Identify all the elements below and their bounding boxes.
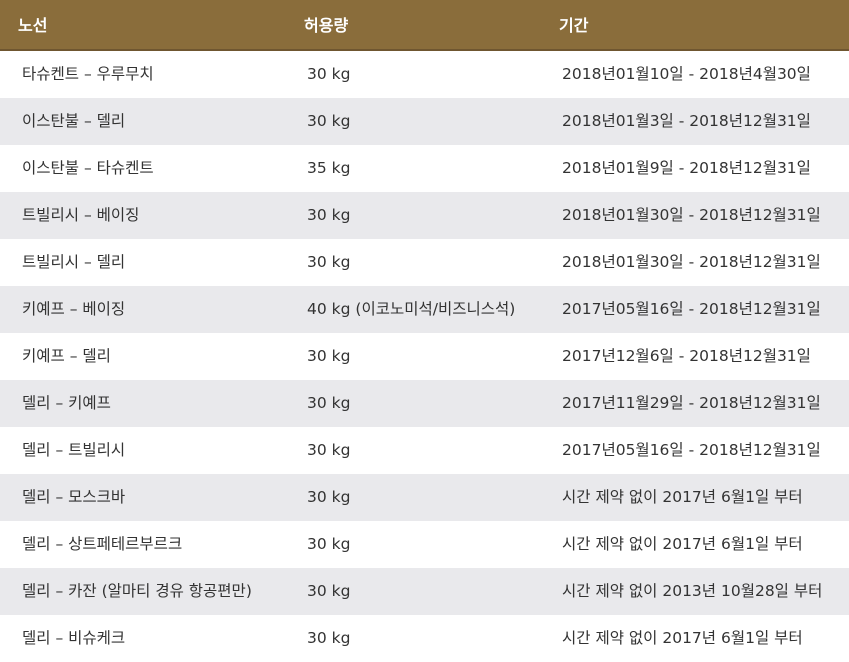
route-cell: 델리 – 카잔 (알마티 경유 항공편만): [22, 582, 252, 600]
period-cell: 2018년01월3일 - 2018년12월31일: [562, 112, 811, 130]
table-row: 델리 – 모스크바 30 kg 시간 제약 없이 2017년 6월1일 부터: [0, 474, 849, 521]
allowance-cell: 30 kg: [307, 65, 351, 83]
table-row: 키예프 – 베이징 40 kg (이코노미석/비즈니스석) 2017년05월16…: [0, 286, 849, 333]
allowance-cell: 30 kg: [307, 582, 351, 600]
allowance-cell: 35 kg: [307, 159, 351, 177]
table-row: 트빌리시 – 델리 30 kg 2018년01월30일 - 2018년12월31…: [0, 239, 849, 286]
table-row: 델리 – 상트페테르부르크 30 kg 시간 제약 없이 2017년 6월1일 …: [0, 521, 849, 568]
route-cell: 델리 – 트빌리시: [22, 441, 126, 459]
allowance-cell: 30 kg: [307, 441, 351, 459]
route-cell: 델리 – 키예프: [22, 394, 111, 412]
table-row: 델리 – 카잔 (알마티 경유 항공편만) 30 kg 시간 제약 없이 201…: [0, 568, 849, 615]
period-cell: 2017년05월16일 - 2018년12월31일: [562, 300, 821, 318]
table-row: 델리 – 비슈케크 30 kg 시간 제약 없이 2017년 6월1일 부터: [0, 615, 849, 662]
route-cell: 이스탄불 – 타슈켄트: [22, 159, 154, 177]
table-row: 타슈켄트 – 우루무치 30 kg 2018년01월10일 - 2018년4월3…: [0, 51, 849, 98]
period-cell: 시간 제약 없이 2017년 6월1일 부터: [562, 535, 803, 553]
table-row: 델리 – 트빌리시 30 kg 2017년05월16일 - 2018년12월31…: [0, 427, 849, 474]
period-cell: 2018년01월9일 - 2018년12월31일: [562, 159, 811, 177]
allowance-cell: 30 kg: [307, 394, 351, 412]
period-cell: 2017년05월16일 - 2018년12월31일: [562, 441, 821, 459]
route-cell: 트빌리시 – 델리: [22, 253, 126, 271]
table-row: 트빌리시 – 베이징 30 kg 2018년01월30일 - 2018년12월3…: [0, 192, 849, 239]
period-cell: 2018년01월30일 - 2018년12월31일: [562, 253, 821, 271]
allowance-cell: 30 kg: [307, 347, 351, 365]
allowance-cell: 30 kg: [307, 535, 351, 553]
allowance-cell: 30 kg: [307, 629, 351, 647]
route-cell: 트빌리시 – 베이징: [22, 206, 140, 224]
period-cell: 2018년01월10일 - 2018년4월30일: [562, 65, 811, 83]
period-cell: 2017년12월6일 - 2018년12월31일: [562, 347, 811, 365]
route-cell: 델리 – 비슈케크: [22, 629, 126, 647]
period-cell: 2018년01월30일 - 2018년12월31일: [562, 206, 821, 224]
route-cell: 키예프 – 델리: [22, 347, 111, 365]
baggage-allowance-table: 노선 허용량 기간 타슈켄트 – 우루무치 30 kg 2018년01월10일 …: [0, 0, 849, 662]
route-cell: 키예프 – 베이징: [22, 300, 126, 318]
allowance-cell: 30 kg: [307, 253, 351, 271]
table-row: 키예프 – 델리 30 kg 2017년12월6일 - 2018년12월31일: [0, 333, 849, 380]
route-cell: 델리 – 상트페테르부르크: [22, 535, 183, 553]
table-row: 이스탄불 – 델리 30 kg 2018년01월3일 - 2018년12월31일: [0, 98, 849, 145]
period-cell: 시간 제약 없이 2017년 6월1일 부터: [562, 488, 803, 506]
route-cell: 이스탄불 – 델리: [22, 112, 126, 130]
table-row: 델리 – 키예프 30 kg 2017년11월29일 - 2018년12월31일: [0, 380, 849, 427]
table-row: 이스탄불 – 타슈켄트 35 kg 2018년01월9일 - 2018년12월3…: [0, 145, 849, 192]
route-cell: 델리 – 모스크바: [22, 488, 126, 506]
period-cell: 시간 제약 없이 2017년 6월1일 부터: [562, 629, 803, 647]
allowance-cell: 30 kg: [307, 488, 351, 506]
route-cell: 타슈켄트 – 우루무치: [22, 65, 154, 83]
period-cell: 시간 제약 없이 2013년 10월28일 부터: [562, 582, 823, 600]
table-header: 노선 허용량 기간: [0, 0, 849, 51]
header-period: 기간: [559, 16, 589, 35]
allowance-cell: 40 kg (이코노미석/비즈니스석): [307, 300, 516, 318]
header-allowance: 허용량: [304, 16, 349, 35]
allowance-cell: 30 kg: [307, 112, 351, 130]
allowance-cell: 30 kg: [307, 206, 351, 224]
header-route: 노선: [18, 16, 48, 35]
period-cell: 2017년11월29일 - 2018년12월31일: [562, 394, 821, 412]
